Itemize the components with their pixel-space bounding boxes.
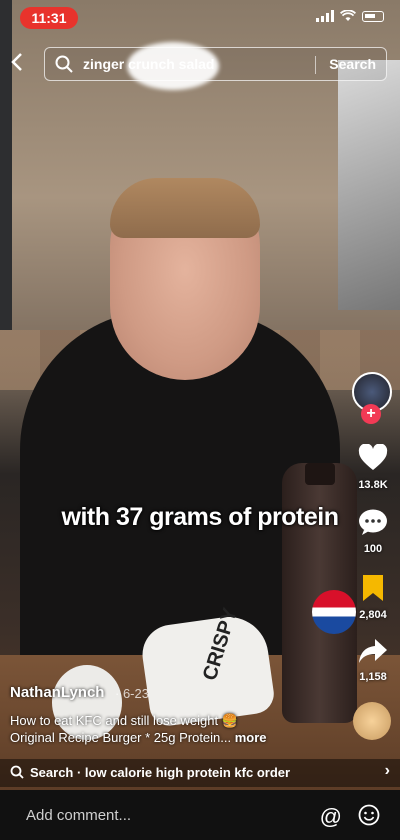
like-count: 13.8K	[358, 479, 388, 491]
background-window	[338, 60, 400, 310]
status-icons	[316, 10, 384, 22]
signal-icon	[316, 10, 334, 22]
emoji-icon[interactable]	[358, 804, 380, 826]
video-description[interactable]: How to eat KFC and still lose weight 🍔 O…	[10, 712, 340, 746]
share-icon	[359, 639, 387, 663]
search-button[interactable]: Search	[329, 56, 376, 72]
post-date: · 6-23	[115, 686, 149, 701]
author-name[interactable]: NathanLynch	[10, 684, 104, 701]
description-line-1: How to eat KFC and still lose weight 🍔	[10, 713, 238, 728]
share-count: 1,158	[359, 671, 387, 683]
search-icon	[55, 55, 73, 73]
like-button[interactable]: 13.8K	[350, 443, 396, 491]
bottle-cap	[305, 463, 335, 485]
related-search-label: Search · low calorie high protein kfc or…	[30, 765, 291, 780]
bookmark-icon	[363, 575, 383, 601]
share-button[interactable]: 1,158	[350, 638, 396, 683]
battery-icon	[362, 10, 384, 22]
background-panel	[0, 0, 12, 330]
more-link[interactable]: more	[235, 730, 267, 745]
search-divider	[315, 56, 316, 74]
related-search-bar[interactable]: Search · low calorie high protein kfc or…	[0, 759, 400, 787]
comment-count: 100	[363, 543, 383, 555]
touch-highlight	[127, 42, 219, 90]
status-time: 11:31	[20, 7, 78, 29]
video-caption: with 37 grams of protein	[61, 503, 339, 531]
video-frame[interactable]: CRISPY	[0, 0, 400, 790]
save-button[interactable]: 2,804	[350, 574, 396, 621]
search-icon	[10, 765, 24, 779]
comment-icon	[359, 509, 387, 535]
description-line-2: Original Recipe Burger * 25g Protein...	[10, 730, 232, 745]
comment-bar: Add comment... @	[0, 790, 400, 840]
comment-button[interactable]: 100	[350, 508, 396, 555]
mention-icon[interactable]: @	[320, 804, 342, 830]
food-wrapper: CRISPY	[138, 605, 277, 729]
chevron-right-icon: ›	[384, 762, 390, 779]
heart-icon	[358, 443, 388, 470]
music-disc[interactable]	[353, 702, 391, 740]
comment-input[interactable]: Add comment...	[26, 807, 131, 824]
back-button[interactable]	[10, 52, 30, 76]
follow-button[interactable]: +	[361, 404, 381, 424]
wifi-icon	[340, 10, 356, 21]
chevron-left-icon	[11, 53, 22, 71]
save-count: 2,804	[359, 609, 387, 621]
person-hair	[110, 178, 260, 238]
